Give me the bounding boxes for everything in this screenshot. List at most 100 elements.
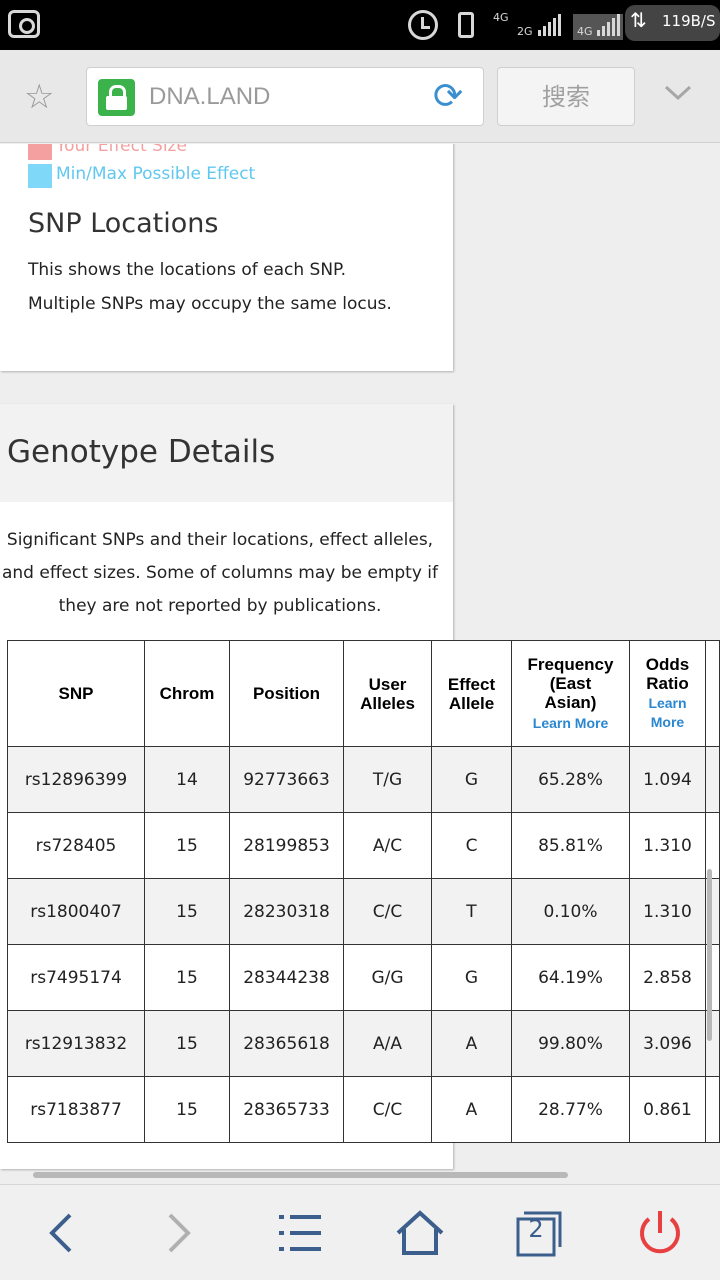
address-bar[interactable]: DNA.LAND ⟳ [86,67,484,126]
cell-frequency: 0.10% [511,878,630,945]
learn-more-link[interactable]: Learn More [630,694,705,732]
network-speed: 119B/S [662,12,716,30]
cell-odds-ratio: 1.310 [629,812,706,879]
cell-position: 28365733 [229,1076,344,1143]
cell-position: 28199853 [229,812,344,879]
camera-icon [8,10,40,38]
cell-effect-allele: G [431,746,512,813]
col-header-snp: SNP [7,640,145,747]
description-line: and effect sizes. Some of columns may be… [1,563,439,583]
vertical-scrollbar[interactable] [707,869,712,1041]
cell-chrom: 15 [144,1076,230,1143]
browser-toolbar: ☆ DNA.LAND ⟳ 搜索 [0,50,720,143]
chevron-down-icon[interactable] [663,83,693,103]
signal-bars-icon-2 [597,14,620,36]
cell-odds-ratio: 1.310 [629,878,706,945]
cell-effect-allele: C [431,812,512,879]
cell-effect-allele: A [431,1076,512,1143]
col-header-overflow [705,640,720,747]
vibrate-phone-icon [458,12,474,38]
refresh-icon[interactable]: ⟳ [433,77,463,117]
cell-effect-allele: A [431,1010,512,1077]
table-row: rs12896399 14 92773663 T/G G 65.28% 1.09… [7,746,720,813]
legend-swatch-blue [28,164,52,188]
signal-bars-icon [538,14,561,36]
cell-frequency: 85.81% [511,812,630,879]
section-description: This shows the locations of each SNP. [28,260,347,280]
table-row: rs1800407 15 28230318 C/C T 0.10% 1.310 [7,878,720,945]
header-text: Allele [448,693,495,713]
cell-odds-ratio: 1.094 [629,746,706,813]
power-icon [640,1211,680,1254]
cell-snp: rs12913832 [7,1010,145,1077]
home-icon [396,1210,444,1255]
cell-overflow [705,746,720,813]
section-description: Significant SNPs and their locations, ef… [0,524,440,623]
cell-user-alleles: C/C [343,878,432,945]
network-4g-label: 4G [493,11,509,24]
horizontal-scrollbar[interactable] [33,1172,568,1178]
header-text: Frequency [527,654,614,674]
cell-user-alleles: A/C [343,812,432,879]
link-text[interactable]: More [651,714,684,730]
cell-odds-ratio: 3.096 [629,1010,706,1077]
bookmark-star-icon[interactable]: ☆ [24,80,54,114]
col-header-chrom: Chrom [144,640,230,747]
page-content: Your Effect Size Min/Max Possible Effect… [0,144,720,1184]
cell-position: 28230318 [229,878,344,945]
search-button[interactable]: 搜索 [497,67,635,126]
col-header-odds-ratio: Odds Ratio Learn More [629,640,706,747]
table-row: rs728405 15 28199853 A/C C 85.81% 1.310 [7,812,720,879]
menu-list-icon [279,1215,321,1251]
cell-user-alleles: A/A [343,1010,432,1077]
learn-more-link[interactable]: Learn More [512,714,629,733]
header-text: (East [549,673,592,693]
cell-odds-ratio: 2.858 [629,944,706,1011]
col-header-user-alleles: User Alleles [343,640,432,747]
col-header-effect-allele: Effect Allele [431,640,512,747]
section-description: Multiple SNPs may occupy the same locus. [28,294,392,314]
header-text: User [368,674,407,694]
cell-odds-ratio: 0.861 [629,1076,706,1143]
cell-frequency: 64.19% [511,944,630,1011]
secure-lock-icon [98,79,135,116]
tab-count: 2 [528,1215,544,1243]
back-button[interactable] [30,1205,90,1261]
cell-snp: rs12896399 [7,746,145,813]
section-title: SNP Locations [28,208,219,239]
back-arrow-icon [49,1213,72,1253]
cell-snp: rs1800407 [7,878,145,945]
description-line: Significant SNPs and their locations, ef… [6,530,434,550]
cell-snp: rs7183877 [7,1076,145,1143]
col-header-frequency: Frequency (East Asian) Learn More [511,640,630,747]
legend-label: Your Effect Size [56,144,187,156]
table-row: rs12913832 15 28365618 A/A A 99.80% 3.09… [7,1010,720,1077]
link-text[interactable]: Learn [648,695,686,711]
exit-button[interactable] [630,1205,690,1261]
cell-user-alleles: G/G [343,944,432,1011]
cell-chrom: 15 [144,944,230,1011]
menu-button[interactable] [270,1205,330,1261]
cell-snp: rs728405 [7,812,145,879]
table-header-row: SNP Chrom Position User Alleles Effect A… [7,640,720,747]
home-button[interactable] [390,1205,450,1261]
header-text: Asian) [544,692,597,712]
cell-position: 28365618 [229,1010,344,1077]
url-text[interactable]: DNA.LAND [149,83,270,111]
table-row: rs7183877 15 28365733 C/C A 28.77% 0.861 [7,1076,720,1143]
header-text: Alleles [360,693,415,713]
cell-user-alleles: T/G [343,746,432,813]
cell-effect-allele: G [431,944,512,1011]
cell-snp: rs7495174 [7,944,145,1011]
description-line: they are not reported by publications. [58,596,382,616]
cell-chrom: 15 [144,878,230,945]
alarm-icon [408,10,438,40]
cell-chrom: 14 [144,746,230,813]
legend-swatch-red [28,144,52,160]
forward-arrow-icon [168,1213,191,1253]
cell-frequency: 99.80% [511,1010,630,1077]
network-4g-label-2: 4G [577,25,593,38]
forward-button[interactable] [150,1205,210,1261]
card-header: Genotype Details [0,404,453,502]
table-row: rs7495174 15 28344238 G/G G 64.19% 2.858 [7,944,720,1011]
